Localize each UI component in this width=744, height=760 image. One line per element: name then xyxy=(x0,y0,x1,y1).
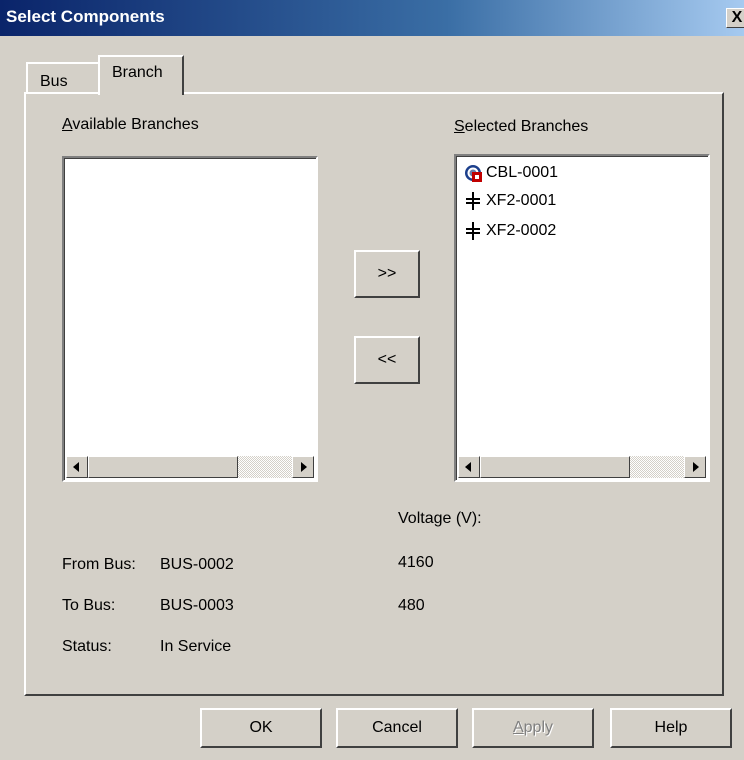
remove-button[interactable]: << xyxy=(354,336,420,384)
from-bus-value: BUS-0002 xyxy=(160,556,234,573)
to-bus-voltage: 480 xyxy=(398,597,425,614)
list-item-label: XF2-0002 xyxy=(486,222,557,239)
from-bus-voltage: 4160 xyxy=(398,554,434,571)
cancel-button[interactable]: Cancel xyxy=(336,708,458,748)
scroll-right-button[interactable] xyxy=(684,456,706,478)
scroll-left-button[interactable] xyxy=(458,456,480,478)
ok-button[interactable]: OK xyxy=(200,708,322,748)
list-item-label: XF2-0001 xyxy=(486,192,557,209)
transformer-icon xyxy=(466,192,480,210)
available-horizontal-scrollbar[interactable] xyxy=(66,456,314,478)
cable-icon xyxy=(465,165,482,182)
title-bar: Select Components X xyxy=(0,0,744,36)
close-button[interactable]: X xyxy=(726,8,744,28)
add-button-label: >> xyxy=(377,265,397,282)
apply-button-label: Apply xyxy=(512,719,554,736)
scroll-thumb[interactable] xyxy=(88,456,238,478)
tab-bus-label: Bus xyxy=(40,73,68,90)
list-item-label: CBL-0001 xyxy=(486,164,559,181)
ok-button-label: OK xyxy=(249,719,273,736)
apply-button[interactable]: Apply xyxy=(472,708,594,748)
from-bus-label: From Bus: xyxy=(62,556,136,573)
help-button[interactable]: Help xyxy=(610,708,732,748)
available-branches-list[interactable] xyxy=(62,156,318,482)
status-label: Status: xyxy=(62,638,112,655)
help-button-label: Help xyxy=(654,719,688,736)
remove-button-label: << xyxy=(377,351,397,368)
scroll-thumb[interactable] xyxy=(480,456,630,478)
close-icon: X xyxy=(731,9,743,26)
tab-bus[interactable]: Bus xyxy=(26,62,100,92)
tab-branch-label: Branch xyxy=(112,64,163,81)
selected-branches-label: Selected Branches xyxy=(454,118,589,135)
cancel-button-label: Cancel xyxy=(372,719,422,736)
voltage-header: Voltage (V): xyxy=(398,510,482,527)
to-bus-label: To Bus: xyxy=(62,597,116,614)
transformer-icon xyxy=(466,222,480,240)
scroll-right-button[interactable] xyxy=(292,456,314,478)
available-branches-label: Available Branches xyxy=(62,116,199,133)
selected-branches-list[interactable]: CBL-0001 XF2-0001 XF2-0002 xyxy=(454,154,710,482)
window-title: Select Components xyxy=(6,7,165,26)
tab-branch[interactable]: Branch xyxy=(98,55,184,95)
add-button[interactable]: >> xyxy=(354,250,420,298)
scroll-left-button[interactable] xyxy=(66,456,88,478)
selected-horizontal-scrollbar[interactable] xyxy=(458,456,706,478)
to-bus-value: BUS-0003 xyxy=(160,597,234,614)
status-value: In Service xyxy=(160,638,232,655)
